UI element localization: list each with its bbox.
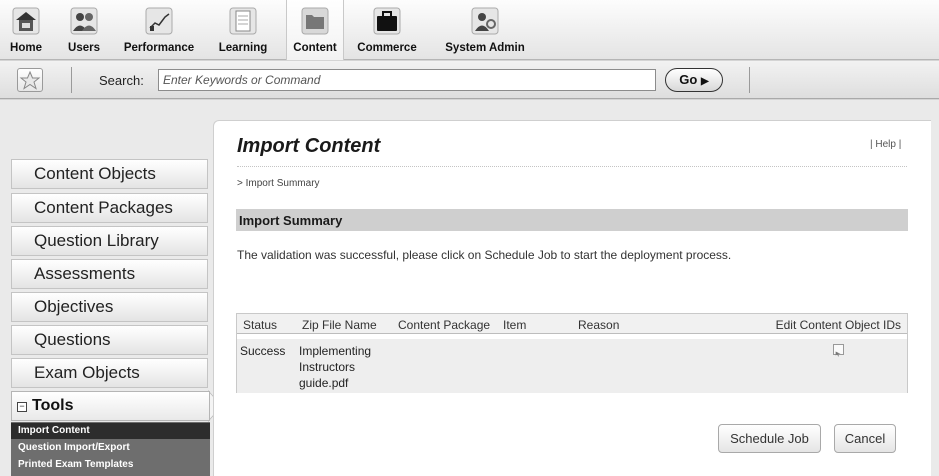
nav-system-admin-label: System Admin: [445, 42, 525, 54]
title-divider: [237, 166, 907, 167]
toolbar-divider: [71, 67, 72, 93]
sidebar-item-label: Exam Objects: [34, 363, 140, 382]
search-toolbar: Search: Go ▶: [0, 61, 939, 99]
nav-home[interactable]: Home: [4, 0, 48, 60]
sidebar-item-label: Questions: [34, 330, 111, 349]
breadcrumb: > Import Summary: [237, 178, 320, 189]
top-navigation-bar: Home Users Performance Learning Content …: [0, 0, 939, 60]
section-title: Import Summary: [239, 213, 343, 228]
schedule-job-button[interactable]: Schedule Job: [718, 424, 821, 453]
sidebar-item-label: Content Objects: [34, 164, 156, 183]
validation-message: The validation was successful, please cl…: [237, 248, 732, 262]
sidebar-item-label: Objectives: [34, 297, 114, 316]
performance-chart-icon: [145, 7, 173, 35]
column-header-status: Status: [243, 318, 278, 332]
learning-document-icon: [229, 7, 257, 35]
go-button-label: Go: [679, 72, 698, 87]
tools-label: Tools: [32, 397, 74, 414]
column-header-zip-file-name: Zip File Name: [302, 318, 377, 332]
play-arrow-icon: ▶: [700, 76, 709, 87]
nav-home-label: Home: [10, 42, 42, 54]
table-row: Success Implementing Instructors guide.p…: [237, 339, 907, 393]
help-link[interactable]: | Help |: [870, 139, 901, 150]
sidebar-tools-header[interactable]: − Tools: [11, 391, 210, 421]
search-input[interactable]: [158, 69, 656, 91]
edit-content-object-ids-icon[interactable]: [833, 344, 844, 357]
nav-users-label: Users: [68, 42, 100, 54]
sidebar-item-question-library[interactable]: Question Library: [11, 226, 208, 256]
nav-performance[interactable]: Performance: [118, 0, 200, 60]
nav-learning-label: Learning: [218, 42, 268, 54]
nav-commerce[interactable]: Commerce: [352, 0, 422, 60]
sidebar-item-objectives[interactable]: Objectives: [11, 292, 208, 322]
search-label: Search:: [99, 73, 144, 88]
sidebar-item-label: Assessments: [34, 264, 136, 283]
system-admin-icon: [471, 7, 499, 35]
submenu-item-printed-exam-templates[interactable]: Printed Exam Templates: [18, 459, 133, 470]
star-icon: [19, 70, 41, 90]
sidebar-item-content-objects[interactable]: Content Objects: [11, 159, 208, 189]
column-header-content-package: Content Package: [398, 318, 491, 332]
commerce-briefcase-icon: [373, 7, 401, 35]
table-header-row: Status Zip File Name Content Package Ite…: [237, 314, 907, 334]
sidebar-item-content-packages[interactable]: Content Packages: [11, 193, 208, 223]
cell-status: Success: [240, 344, 286, 358]
sidebar-item-assessments[interactable]: Assessments: [11, 259, 208, 289]
main-panel: [213, 120, 931, 476]
import-results-table: Status Zip File Name Content Package Ite…: [236, 313, 908, 393]
nav-users[interactable]: Users: [60, 0, 108, 60]
users-icon: [70, 7, 98, 35]
cell-zip-file-name-line: Instructors: [299, 360, 356, 374]
submenu-item-import-content[interactable]: Import Content: [18, 425, 90, 436]
collapse-minus-icon[interactable]: −: [17, 402, 27, 412]
cancel-button[interactable]: Cancel: [834, 424, 896, 453]
nav-content-label: Content: [293, 42, 337, 54]
column-header-item: Item: [503, 318, 527, 332]
content-folder-icon: [301, 7, 329, 35]
home-icon: [12, 7, 40, 35]
sidebar-item-label: Question Library: [34, 231, 159, 250]
nav-system-admin[interactable]: System Admin: [442, 0, 528, 60]
sidebar-item-exam-objects[interactable]: Exam Objects: [11, 358, 208, 388]
sidebar-item-label: Content Packages: [34, 198, 173, 217]
cell-zip-file-name-line: Implementing: [299, 344, 372, 358]
go-button[interactable]: Go ▶: [665, 68, 723, 92]
nav-learning[interactable]: Learning: [212, 0, 274, 60]
submenu-item-question-import-export[interactable]: Question Import/Export: [18, 442, 130, 453]
cell-zip-file-name-line: guide.pdf: [299, 376, 349, 390]
nav-commerce-label: Commerce: [357, 42, 417, 54]
toolbar-divider: [749, 67, 750, 93]
column-header-reason: Reason: [578, 318, 620, 332]
page-title: Import Content: [237, 135, 381, 157]
edit-arrow-icon: [835, 351, 841, 357]
nav-performance-label: Performance: [123, 42, 195, 54]
nav-content[interactable]: Content: [286, 0, 344, 60]
column-header-edit-content-object-ids: Edit Content Object IDs: [775, 318, 901, 332]
section-header: Import Summary: [236, 209, 908, 231]
sidebar-item-questions[interactable]: Questions: [11, 325, 208, 355]
favorites-button[interactable]: [17, 68, 43, 92]
